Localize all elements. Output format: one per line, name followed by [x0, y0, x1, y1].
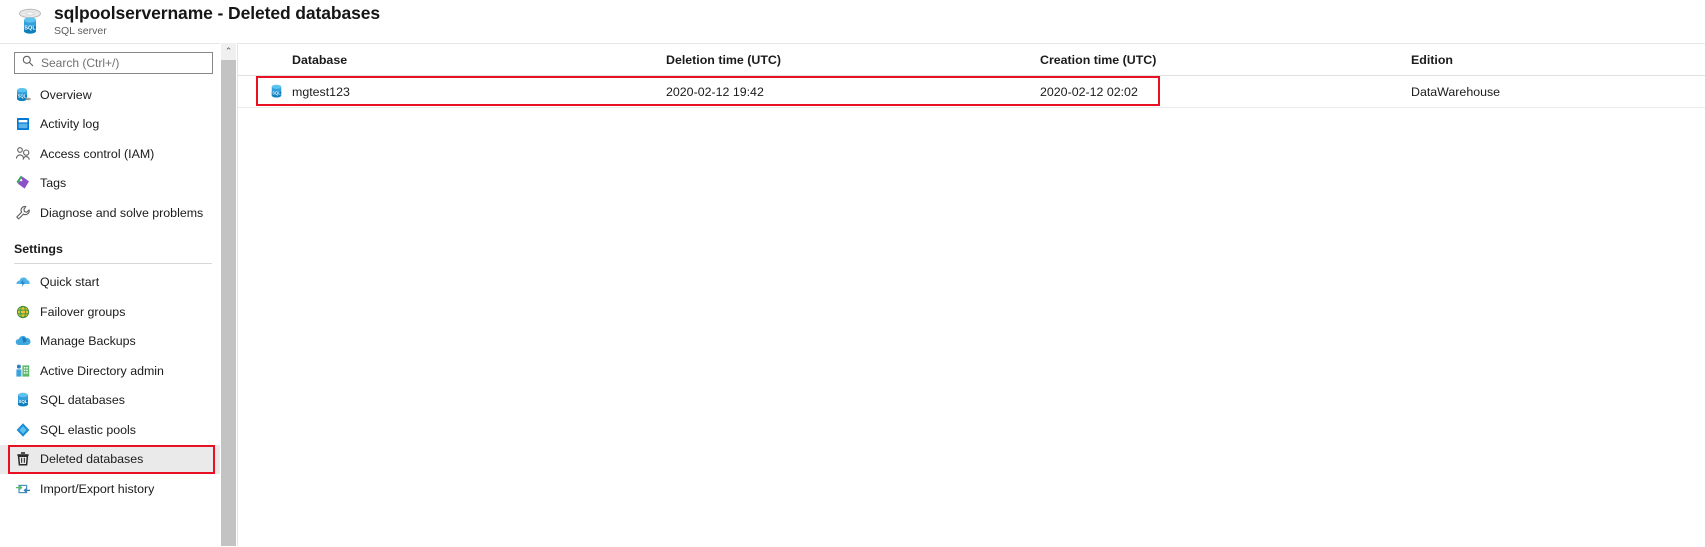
page-subtitle: SQL server	[54, 25, 107, 37]
sidebar-item-label: SQL databases	[40, 393, 125, 408]
sidebar-item-sql-databases[interactable]: SQL SQL databases	[0, 386, 220, 416]
sql-database-icon: SQL	[14, 391, 32, 409]
table-row[interactable]: SQL mgtest123 2020-02-12 19:42 2020-02-1…	[238, 76, 1705, 108]
svg-text:SQL: SQL	[18, 93, 27, 98]
sidebar-item-label: Access control (IAM)	[40, 146, 155, 161]
sql-database-icon: SQL	[268, 83, 285, 100]
sidebar-item-label: Tags	[40, 176, 67, 191]
import-export-icon	[14, 480, 32, 498]
sidebar-item-label: Manage Backups	[40, 334, 136, 349]
sidebar-item-diagnose-and-solve-problems[interactable]: Diagnose and solve problems	[0, 198, 220, 228]
main-content: Database Deletion time (UTC) Creation ti…	[238, 43, 1705, 547]
sidebar-scrollbar[interactable]: ⌃	[221, 43, 236, 546]
sidebar-nav-list: SQL Overview Activity log Access control…	[0, 80, 220, 504]
sidebar-section-settings: Settings	[0, 228, 220, 258]
search-input[interactable]	[41, 56, 201, 70]
column-header-edition[interactable]: Edition	[1357, 53, 1705, 67]
active-directory-icon	[14, 362, 32, 380]
page-header-text: sqlpoolservername - Deleted databases SQ…	[54, 2, 380, 38]
table-header-row: Database Deletion time (UTC) Creation ti…	[238, 44, 1705, 76]
sidebar-item-label: SQL elastic pools	[40, 422, 136, 437]
deleted-databases-table: Database Deletion time (UTC) Creation ti…	[238, 44, 1705, 108]
sidebar-item-label: Overview	[40, 87, 92, 102]
page-header: SQL sqlpoolservername - Deleted database…	[0, 0, 1705, 43]
sidebar-item-sql-elastic-pools[interactable]: SQL elastic pools	[0, 415, 220, 445]
cell-edition: DataWarehouse	[1411, 84, 1501, 99]
sidebar-item-label: Activity log	[40, 117, 100, 132]
scroll-up-arrow-icon[interactable]: ⌃	[221, 43, 236, 59]
search-box[interactable]	[14, 52, 213, 74]
sql-elastic-pools-icon	[14, 421, 32, 439]
sidebar-item-activity-log[interactable]: Activity log	[0, 110, 220, 140]
column-header-creation-time[interactable]: Creation time (UTC)	[986, 53, 1357, 67]
manage-backups-icon	[14, 332, 32, 350]
cell-deletion-time: 2020-02-12 19:42	[666, 84, 764, 99]
trash-icon	[14, 450, 32, 468]
search-icon	[22, 54, 34, 72]
sidebar: SQL Overview Activity log	[0, 43, 220, 547]
sidebar-item-manage-backups[interactable]: Manage Backups	[0, 327, 220, 357]
sql-server-icon: SQL	[14, 3, 50, 39]
sidebar-item-failover-groups[interactable]: Failover groups	[0, 297, 220, 327]
sidebar-item-label: Failover groups	[40, 304, 126, 319]
svg-text:SQL: SQL	[272, 90, 281, 95]
access-control-icon	[14, 145, 32, 163]
svg-text:SQL: SQL	[24, 26, 36, 32]
svg-text:SQL: SQL	[18, 399, 27, 404]
sidebar-section-label: Settings	[14, 241, 63, 256]
sidebar-item-access-control[interactable]: Access control (IAM)	[0, 139, 220, 169]
sidebar-item-deleted-databases[interactable]: Deleted databases	[0, 444, 220, 474]
sidebar-item-label: Diagnose and solve problems	[40, 205, 204, 220]
quick-start-icon	[14, 273, 32, 291]
scrollbar-thumb[interactable]	[221, 60, 236, 546]
tags-icon	[14, 174, 32, 192]
sidebar-item-label: Import/Export history	[40, 481, 155, 496]
search-container	[14, 52, 213, 74]
sidebar-item-active-directory-admin[interactable]: Active Directory admin	[0, 356, 220, 386]
activity-log-icon	[14, 115, 32, 133]
column-header-database[interactable]: Database	[238, 53, 612, 67]
sidebar-item-label: Deleted databases	[40, 452, 144, 467]
sql-server-icon: SQL	[14, 86, 32, 104]
sidebar-item-quick-start[interactable]: Quick start	[0, 268, 220, 298]
sidebar-item-label: Quick start	[40, 275, 100, 290]
cell-database[interactable]: mgtest123	[238, 85, 612, 99]
sidebar-item-label: Active Directory admin	[40, 363, 164, 378]
cell-creation-time: 2020-02-12 02:02	[1040, 84, 1138, 99]
wrench-icon	[14, 204, 32, 222]
sidebar-item-tags[interactable]: Tags	[0, 169, 220, 199]
sidebar-item-overview[interactable]: SQL Overview	[0, 80, 220, 110]
failover-groups-icon	[14, 303, 32, 321]
sidebar-divider	[14, 262, 212, 264]
sidebar-item-import-export-history[interactable]: Import/Export history	[0, 474, 220, 504]
column-header-deletion-time[interactable]: Deletion time (UTC)	[612, 53, 986, 67]
page-title: sqlpoolservername - Deleted databases	[54, 3, 381, 23]
